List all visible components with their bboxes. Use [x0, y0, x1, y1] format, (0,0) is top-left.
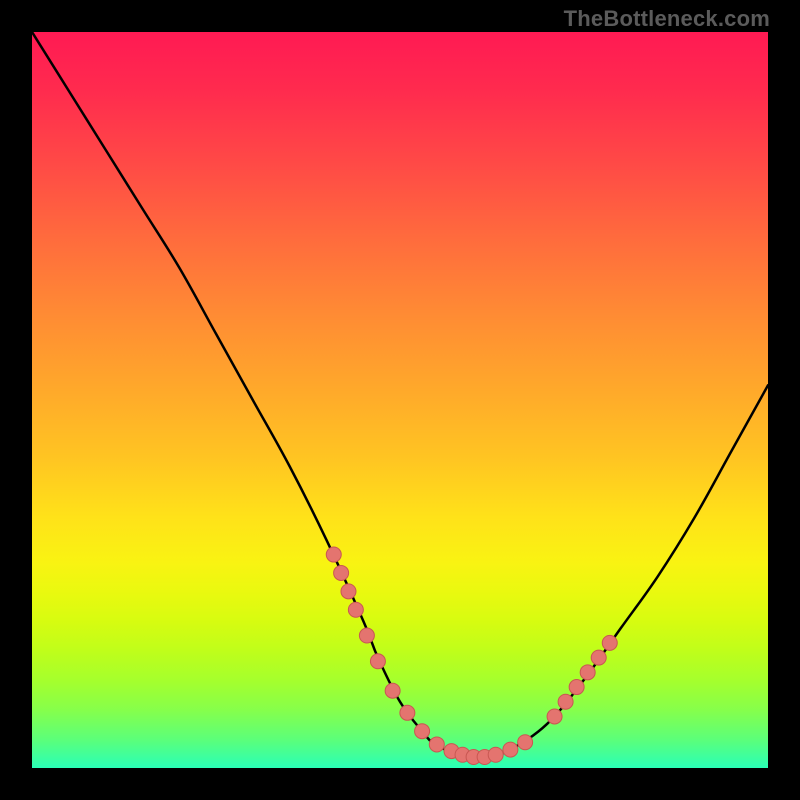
chart-svg: [32, 32, 768, 768]
marker-dot: [334, 565, 349, 580]
marker-dot: [370, 654, 385, 669]
marker-dot: [348, 602, 363, 617]
marker-dot: [580, 665, 595, 680]
curve-group: [32, 32, 768, 758]
marker-dot: [400, 705, 415, 720]
marker-dot: [503, 742, 518, 757]
marker-dot: [591, 650, 606, 665]
marker-dot: [602, 635, 617, 650]
marker-dot: [326, 547, 341, 562]
marker-dot: [518, 735, 533, 750]
marker-dot: [359, 628, 374, 643]
marker-dot: [341, 584, 356, 599]
marker-dot: [569, 680, 584, 695]
chart-frame: TheBottleneck.com: [0, 0, 800, 800]
plot-area: [32, 32, 768, 768]
marker-dot: [429, 737, 444, 752]
watermark-label: TheBottleneck.com: [564, 6, 770, 32]
marker-dot: [547, 709, 562, 724]
curve-line: [32, 32, 768, 758]
markers-group: [326, 547, 617, 764]
marker-dot: [558, 694, 573, 709]
marker-dot: [415, 724, 430, 739]
marker-dot: [488, 747, 503, 762]
marker-dot: [385, 683, 400, 698]
